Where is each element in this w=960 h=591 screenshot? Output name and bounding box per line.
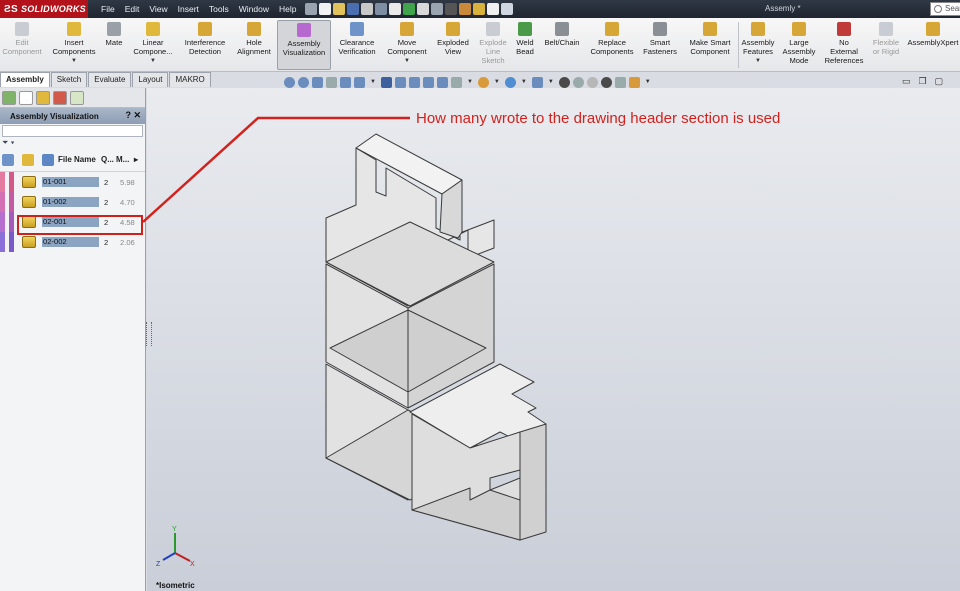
y-axis-label: Y <box>172 526 177 533</box>
z-axis-label: Z <box>156 561 161 568</box>
x-axis-line <box>174 552 191 562</box>
bottom-bracket-right-wall <box>519 423 547 541</box>
axis-triad: Y Z X <box>156 526 195 568</box>
view-orientation-label: *Isometric <box>156 581 195 590</box>
graphics-overlay: Y Z X <box>142 116 547 568</box>
x-axis-label: X <box>190 561 195 568</box>
z-axis-line <box>162 552 176 561</box>
assembly-model[interactable] <box>325 133 547 541</box>
annotation-callout-text: How many wrote to the drawing header sec… <box>416 110 781 127</box>
